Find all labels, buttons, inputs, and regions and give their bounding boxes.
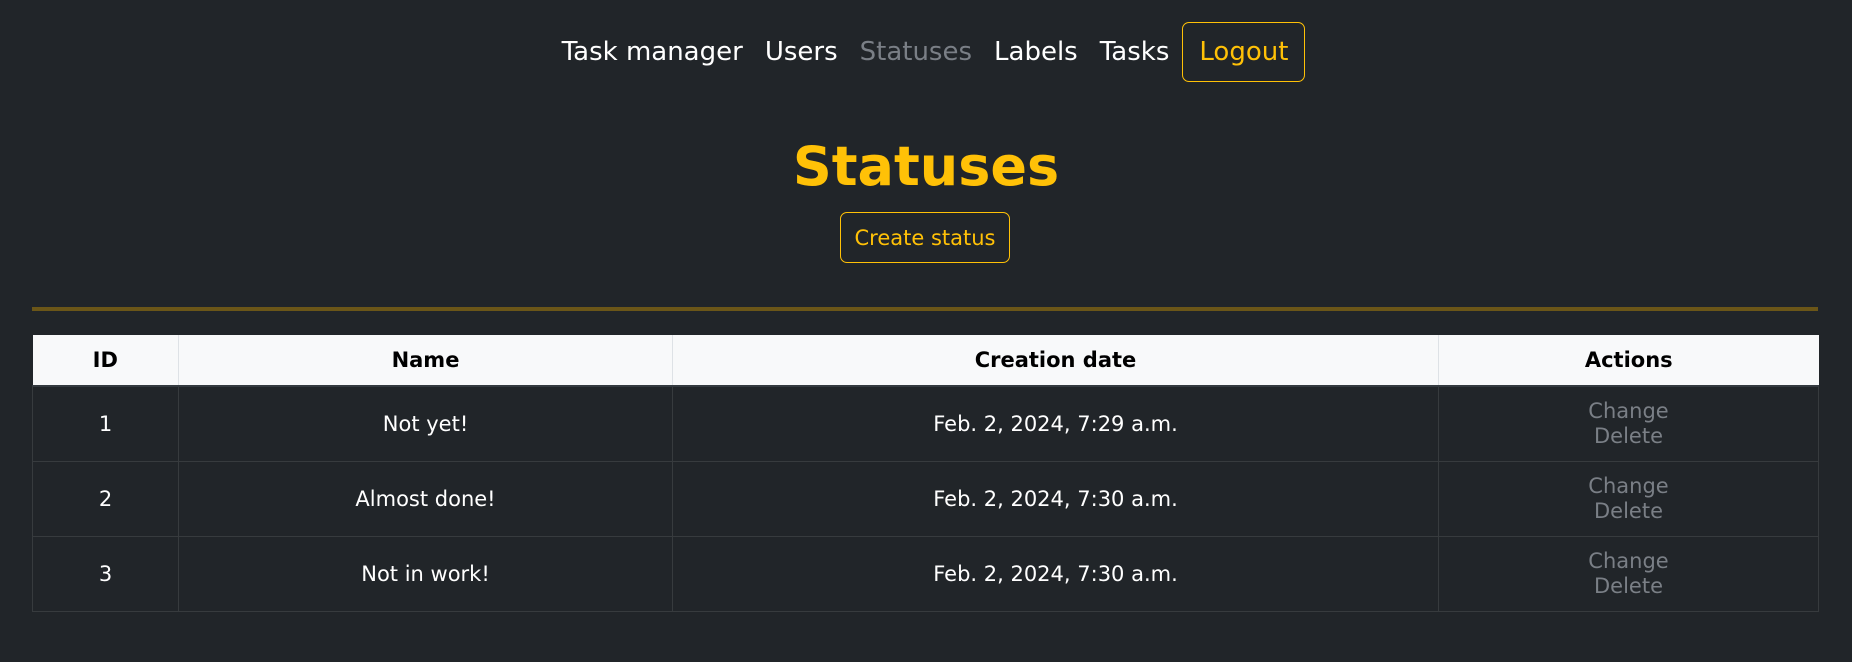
status-creation-date: Feb. 2, 2024, 7:29 a.m. (672, 385, 1439, 462)
table-row: 3 Not in work! Feb. 2, 2024, 7:30 a.m. C… (32, 536, 1819, 612)
status-creation-date: Feb. 2, 2024, 7:30 a.m. (672, 461, 1439, 537)
statuses-table: ID Name Creation date Actions 1 Not yet!… (32, 335, 1819, 612)
table-header-row: ID Name Creation date Actions (32, 335, 1819, 387)
status-creation-date: Feb. 2, 2024, 7:30 a.m. (672, 536, 1439, 612)
change-link[interactable]: Change (1439, 474, 1818, 499)
header-actions: Actions (1438, 335, 1819, 387)
status-actions: Change Delete (1438, 536, 1819, 612)
logout-button[interactable]: Logout (1182, 22, 1306, 82)
navbar: Task manager Users Statuses Labels Tasks… (0, 22, 1852, 82)
divider (32, 307, 1818, 311)
status-actions: Change Delete (1438, 385, 1819, 462)
delete-link[interactable]: Delete (1439, 499, 1818, 524)
status-id: 2 (32, 461, 179, 537)
create-status-button[interactable]: Create status (840, 212, 1010, 263)
nav-links: Task manager Users Statuses Labels Tasks… (551, 22, 1306, 82)
status-name: Not in work! (178, 536, 673, 612)
status-name: Not yet! (178, 385, 673, 462)
status-name: Almost done! (178, 461, 673, 537)
status-id: 3 (32, 536, 179, 612)
header-id: ID (32, 335, 179, 387)
status-actions: Change Delete (1438, 461, 1819, 537)
delete-link[interactable]: Delete (1439, 574, 1818, 599)
nav-tasks-link[interactable]: Tasks (1089, 22, 1181, 82)
nav-labels-link[interactable]: Labels (983, 22, 1089, 82)
change-link[interactable]: Change (1439, 399, 1818, 424)
delete-link[interactable]: Delete (1439, 424, 1818, 449)
table-row: 2 Almost done! Feb. 2, 2024, 7:30 a.m. C… (32, 461, 1819, 537)
nav-statuses-link[interactable]: Statuses (849, 22, 983, 82)
header-creation-date: Creation date (672, 335, 1439, 387)
change-link[interactable]: Change (1439, 549, 1818, 574)
nav-users-link[interactable]: Users (754, 22, 849, 82)
status-id: 1 (32, 385, 179, 462)
nav-brand-link[interactable]: Task manager (551, 22, 754, 82)
page-title: Statuses (792, 135, 1060, 198)
header-name: Name (178, 335, 673, 387)
table-row: 1 Not yet! Feb. 2, 2024, 7:29 a.m. Chang… (32, 385, 1819, 462)
